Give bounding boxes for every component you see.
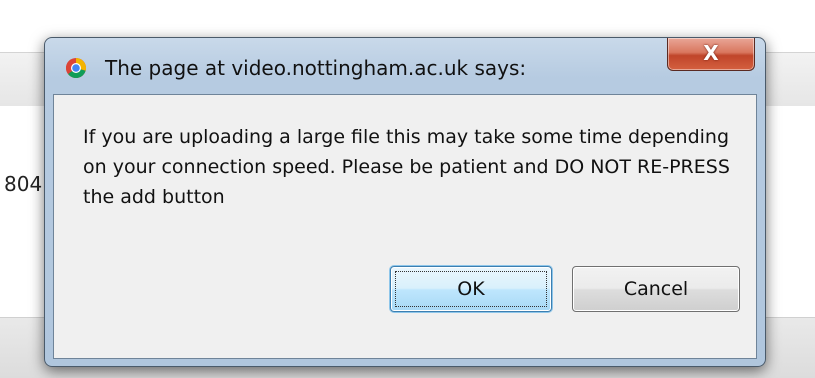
ok-button[interactable]: OK: [390, 266, 552, 312]
close-icon: X: [703, 41, 719, 65]
alert-dialog: The page at video.nottingham.ac.uk says:…: [44, 37, 766, 367]
ok-button-label: OK: [457, 278, 485, 300]
cancel-button-label: Cancel: [623, 278, 689, 300]
close-button[interactable]: X: [667, 38, 755, 71]
dialog-title: The page at video.nottingham.ac.uk says:: [105, 56, 527, 80]
dialog-message: If you are uploading a large file this m…: [83, 126, 730, 208]
cancel-button[interactable]: Cancel: [572, 266, 740, 312]
dialog-titlebar[interactable]: The page at video.nottingham.ac.uk says:…: [45, 38, 765, 94]
chrome-logo-icon: [66, 58, 87, 79]
background-partial-text: 804: [4, 172, 43, 196]
